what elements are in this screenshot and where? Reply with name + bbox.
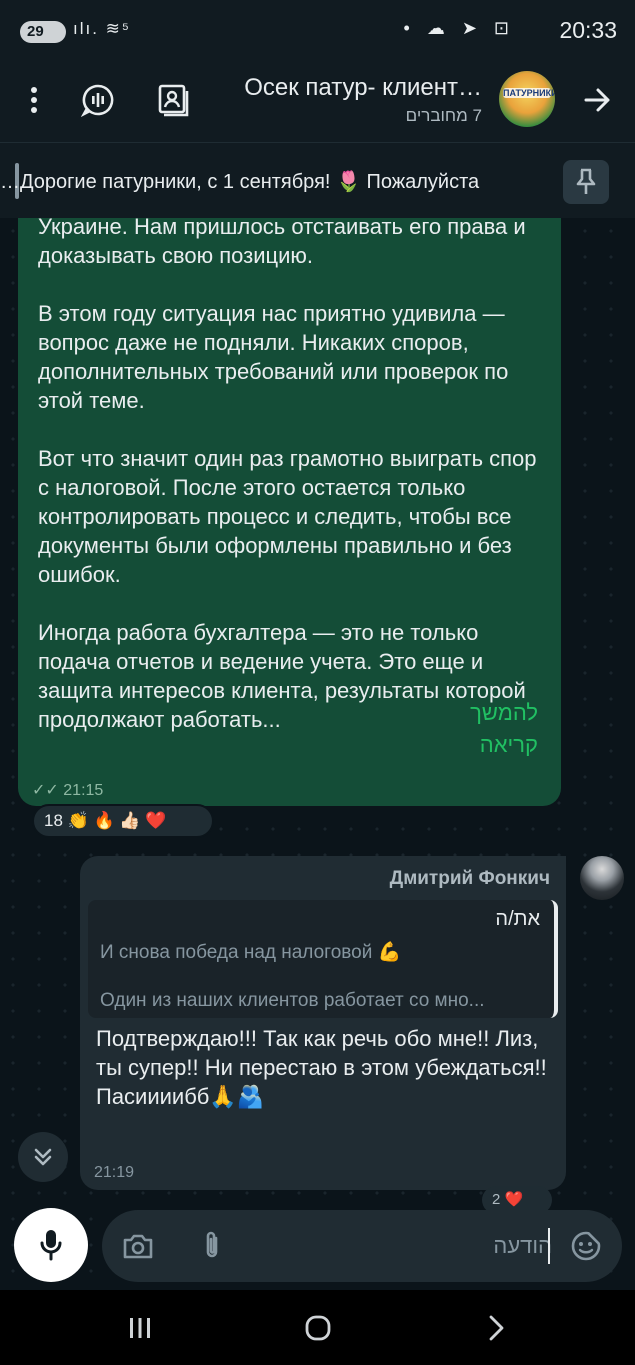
message-input-box[interactable] — [102, 1210, 622, 1282]
forward-arrow-icon[interactable] — [576, 78, 620, 122]
sender-avatar[interactable] — [580, 856, 624, 900]
sender-name[interactable]: Дмитрий Фонкич — [390, 868, 550, 890]
mic-icon — [40, 1230, 62, 1261]
signal-wifi-icons: ılı. ≋⁵ — [73, 19, 131, 38]
scroll-down-button[interactable] — [18, 1132, 68, 1182]
chat-subtitle: 7 מחוברים — [405, 106, 482, 125]
recents-icon[interactable] — [115, 1310, 165, 1346]
composer — [0, 1198, 635, 1290]
message-time: 21:19 — [94, 1164, 135, 1181]
voice-chat-icon[interactable] — [76, 78, 120, 122]
reaction-count: 18 — [44, 811, 63, 830]
chat-area[interactable]: Украине. Нам пришлось отстаивать его пра… — [0, 218, 635, 1290]
incoming-message-text: Подтверждаю!!! Так как речь обо мне!! Ли… — [96, 1026, 547, 1109]
text-caret — [548, 1228, 550, 1264]
outgoing-message[interactable]: Украине. Нам пришлось отстаивать его пра… — [18, 218, 561, 806]
group-avatar-label: ПАТУРНИКИ — [503, 88, 555, 98]
battery-badge: 29 — [20, 21, 66, 43]
incoming-message[interactable]: Дмитрий Фонкич את/ה И снова победа над н… — [80, 856, 566, 1190]
message-time: 21:15 — [63, 782, 104, 799]
back-icon[interactable] — [471, 1310, 521, 1346]
double-chevron-down-icon — [34, 1148, 52, 1166]
read-ticks-icon: ✓✓ — [32, 782, 59, 799]
quote-author: את/ה — [495, 908, 540, 930]
pinned-message-bar[interactable]: …Дорогие патурники, с 1 сентября! 🌷 Пожа… — [0, 142, 635, 218]
group-avatar[interactable]: ПАТУРНИКИ — [499, 71, 555, 127]
chat-title[interactable]: Осек патур- клиент… — [244, 74, 482, 102]
status-bar: 29 ılı. ≋⁵ • ☁ ➤ ⊡ 20:33 — [0, 0, 635, 62]
chat-header: Осек патур- клиент… 7 מחוברים ПАТУРНИКИ — [0, 62, 635, 142]
more-vert-icon[interactable] — [12, 78, 56, 122]
quote-line: Один из наших клиентов работает со мно..… — [100, 990, 485, 1011]
quoted-message[interactable]: את/ה И снова победа над налоговой 💪 Один… — [88, 900, 558, 1018]
contact-card-icon[interactable] — [151, 78, 195, 122]
clock: 20:33 — [559, 17, 617, 43]
message-paragraph: Украине. Нам пришлось отстаивать его пра… — [38, 218, 526, 268]
home-icon[interactable] — [293, 1310, 343, 1346]
reactions-bar[interactable]: 18 👏 🔥 👍🏻 ❤️ — [32, 804, 214, 838]
pinned-text[interactable]: …Дорогие патурники, с 1 сентября! 🌷 Пожа… — [0, 169, 560, 194]
outgoing-message-text: Украине. Нам пришлось отстаивать его пра… — [38, 218, 548, 734]
message-input[interactable] — [242, 1228, 552, 1264]
pin-icon[interactable] — [563, 160, 609, 204]
message-paragraph: В этом году ситуация нас приятно удивила… — [38, 301, 509, 413]
attach-icon[interactable] — [194, 1228, 230, 1264]
message-paragraph: Вот что значит один раз грамотно выиграт… — [38, 446, 537, 587]
quote-line: И снова победа над налоговой 💪 — [100, 942, 402, 963]
notification-icons: • ☁ ➤ ⊡ — [403, 18, 515, 38]
camera-icon[interactable] — [120, 1228, 156, 1264]
mic-button[interactable] — [14, 1208, 88, 1282]
reaction-emojis: 👏 🔥 👍🏻 ❤️ — [67, 811, 167, 830]
sticker-icon[interactable] — [568, 1228, 604, 1264]
read-more-link[interactable]: להמשך קריאה — [418, 697, 538, 761]
system-nav-bar — [0, 1290, 635, 1365]
message-meta: ✓✓ 21:15 — [32, 780, 103, 800]
